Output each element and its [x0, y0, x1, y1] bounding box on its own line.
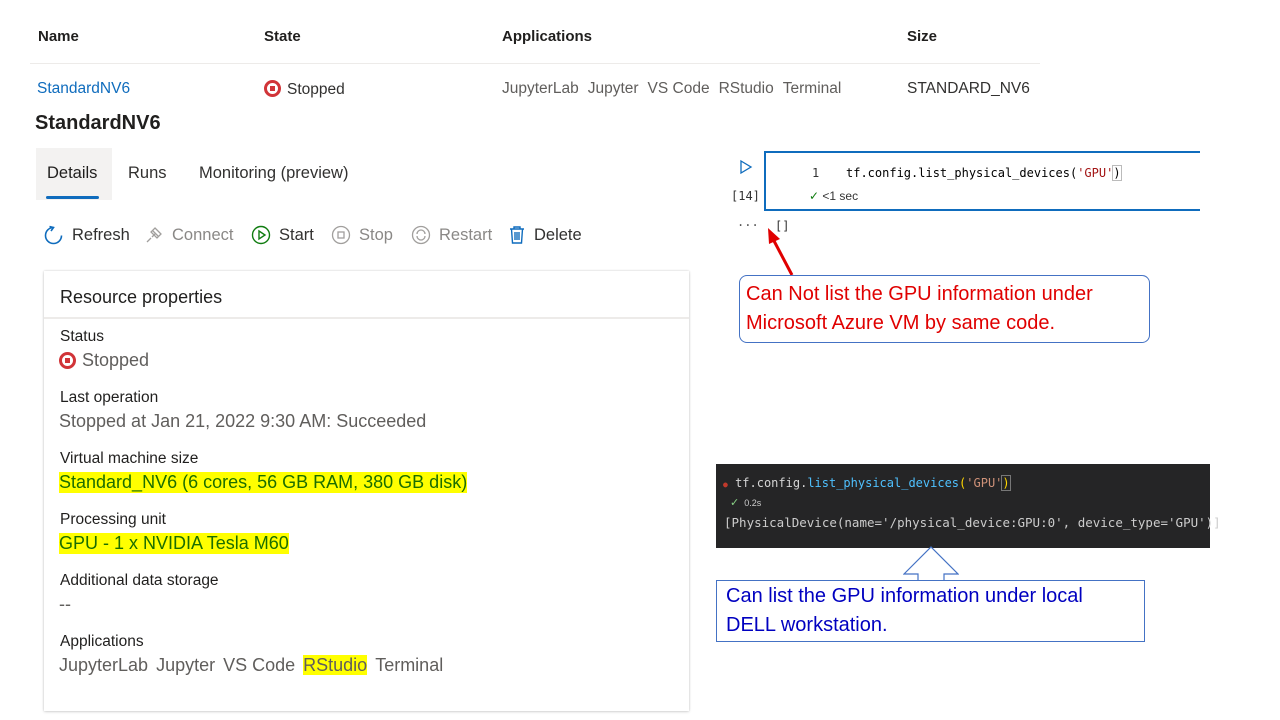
last-operation-label: Last operation	[60, 389, 159, 406]
table-header-divider	[30, 63, 1040, 64]
column-header-size[interactable]: Size	[907, 28, 937, 45]
stopped-icon	[264, 80, 281, 97]
local-code-fn: list_physical_devices	[807, 476, 960, 490]
row-state-text: Stopped	[287, 81, 345, 98]
stopped-icon	[59, 352, 76, 369]
code-arg: 'GPU'	[1077, 166, 1114, 180]
app-link-jupyter[interactable]: Jupyter	[588, 80, 639, 97]
status-value-text: Stopped	[82, 350, 150, 370]
resource-properties-card: Resource properties Status Stopped Last …	[44, 271, 689, 711]
start-label: Start	[279, 225, 314, 244]
stop-circle-icon	[331, 225, 351, 245]
connect-label: Connect	[172, 225, 234, 244]
breakpoint-icon: ●	[723, 480, 728, 489]
local-code-close: )	[1001, 475, 1011, 491]
processing-unit-value: GPU - 1 x NVIDIA Tesla M60	[59, 533, 289, 554]
vm-size-label: Virtual machine size	[60, 450, 199, 467]
connect-button[interactable]: Connect	[144, 225, 233, 245]
vm-size-value: Standard_NV6 (6 cores, 56 GB RAM, 380 GB…	[59, 472, 468, 493]
local-exec-time: 0.2s	[744, 498, 762, 508]
processing-unit-label: Processing unit	[60, 511, 166, 528]
local-callout: Can list the GPU information under local…	[716, 580, 1145, 642]
local-callout-line2: DELL workstation.	[726, 614, 888, 636]
red-arrow-icon	[768, 228, 794, 276]
local-callout-line1: Can list the GPU information under local	[726, 585, 1083, 607]
refresh-label: Refresh	[72, 226, 130, 244]
azure-callout: Can Not list the GPU information under M…	[739, 275, 1150, 343]
stop-label: Stop	[359, 225, 393, 244]
exec-status: ✓ <1 sec	[809, 189, 858, 203]
last-operation-value: Stopped at Jan 21, 2022 9:30 AM: Succeed…	[59, 411, 427, 431]
line-number: 1	[812, 166, 820, 180]
run-cell-icon[interactable]	[739, 159, 753, 175]
plug-icon	[146, 227, 162, 243]
hollow-up-arrow-icon	[903, 546, 959, 584]
code-cell[interactable]: 1 tf.config.list_physical_devices('GPU')…	[764, 151, 1200, 211]
delete-label: Delete	[534, 225, 582, 244]
code-fn: tf.config.list_physical_devices(	[846, 166, 1078, 180]
exec-time: <1 sec	[822, 189, 859, 203]
local-notebook-cell: ● tf.config.list_physical_devices('GPU')…	[716, 464, 1221, 548]
app-link-vscode[interactable]: VS Code	[648, 80, 710, 97]
start-button[interactable]: Start	[251, 225, 314, 245]
azure-callout-line2: Microsoft Azure VM by same code.	[746, 312, 1056, 334]
additional-storage-label: Additional data storage	[60, 572, 219, 589]
card-title: Resource properties	[60, 287, 223, 307]
status-label: Status	[60, 328, 104, 345]
refresh-button[interactable]: Refresh	[43, 225, 130, 246]
column-header-state[interactable]: State	[264, 28, 301, 45]
play-circle-icon	[251, 225, 271, 245]
check-icon: ✓	[809, 189, 820, 203]
local-cell-output: [PhysicalDevice(name='/physical_device:G…	[724, 515, 1221, 530]
row-size: STANDARD_NV6	[907, 80, 1030, 97]
refresh-icon	[44, 225, 63, 245]
app-link-terminal[interactable]: Terminal	[375, 655, 443, 675]
row-applications: JupyterLab Jupyter VS Code RStudio Terminal	[502, 80, 850, 98]
stop-button[interactable]: Stop	[331, 225, 393, 245]
app-link-jupyterlab[interactable]: JupyterLab	[59, 655, 148, 675]
tab-monitoring[interactable]: Monitoring (preview)	[199, 164, 348, 183]
applications-list: JupyterLab Jupyter VS Code RStudio Terminal	[59, 655, 451, 676]
restart-label: Restart	[439, 225, 493, 244]
local-exec-status: ✓ 0.2s	[730, 496, 761, 509]
execution-count: [14]	[731, 189, 760, 203]
azure-callout-line1: Can Not list the GPU information under	[746, 283, 1093, 305]
tab-runs[interactable]: Runs	[128, 164, 167, 183]
app-link-rstudio[interactable]: RStudio	[719, 80, 774, 97]
status-value: Stopped	[59, 350, 149, 371]
page-title: StandardNV6	[35, 112, 161, 134]
local-code-line: ● tf.config.list_physical_devices('GPU')	[723, 475, 1011, 491]
restart-button[interactable]: Restart	[411, 225, 492, 245]
tab-details[interactable]: Details	[47, 164, 97, 183]
app-link-rstudio[interactable]: RStudio	[303, 655, 368, 675]
compute-name-link[interactable]: StandardNV6	[37, 80, 130, 98]
app-link-vscode[interactable]: VS Code	[223, 655, 295, 675]
trash-icon	[510, 226, 524, 244]
applications-label: Applications	[60, 633, 144, 650]
app-link-jupyterlab[interactable]: JupyterLab	[502, 80, 579, 97]
additional-storage-value: --	[59, 594, 71, 614]
row-state: Stopped	[264, 80, 345, 99]
code-close: )	[1112, 165, 1122, 181]
local-code-arg: 'GPU'	[966, 476, 1003, 490]
delete-button[interactable]: Delete	[508, 225, 582, 245]
local-code-obj: tf.config.	[735, 476, 808, 490]
column-header-applications[interactable]: Applications	[502, 28, 592, 45]
restart-icon	[411, 225, 431, 245]
app-link-jupyter[interactable]: Jupyter	[156, 655, 215, 675]
output-collapse-ellipsis[interactable]: ...	[737, 215, 759, 229]
card-divider	[44, 317, 689, 319]
app-link-terminal[interactable]: Terminal	[783, 80, 842, 97]
check-icon: ✓	[730, 497, 740, 509]
tab-selected-indicator	[46, 196, 99, 199]
code-line[interactable]: tf.config.list_physical_devices('GPU')	[846, 165, 1122, 181]
column-header-name[interactable]: Name	[38, 28, 79, 45]
